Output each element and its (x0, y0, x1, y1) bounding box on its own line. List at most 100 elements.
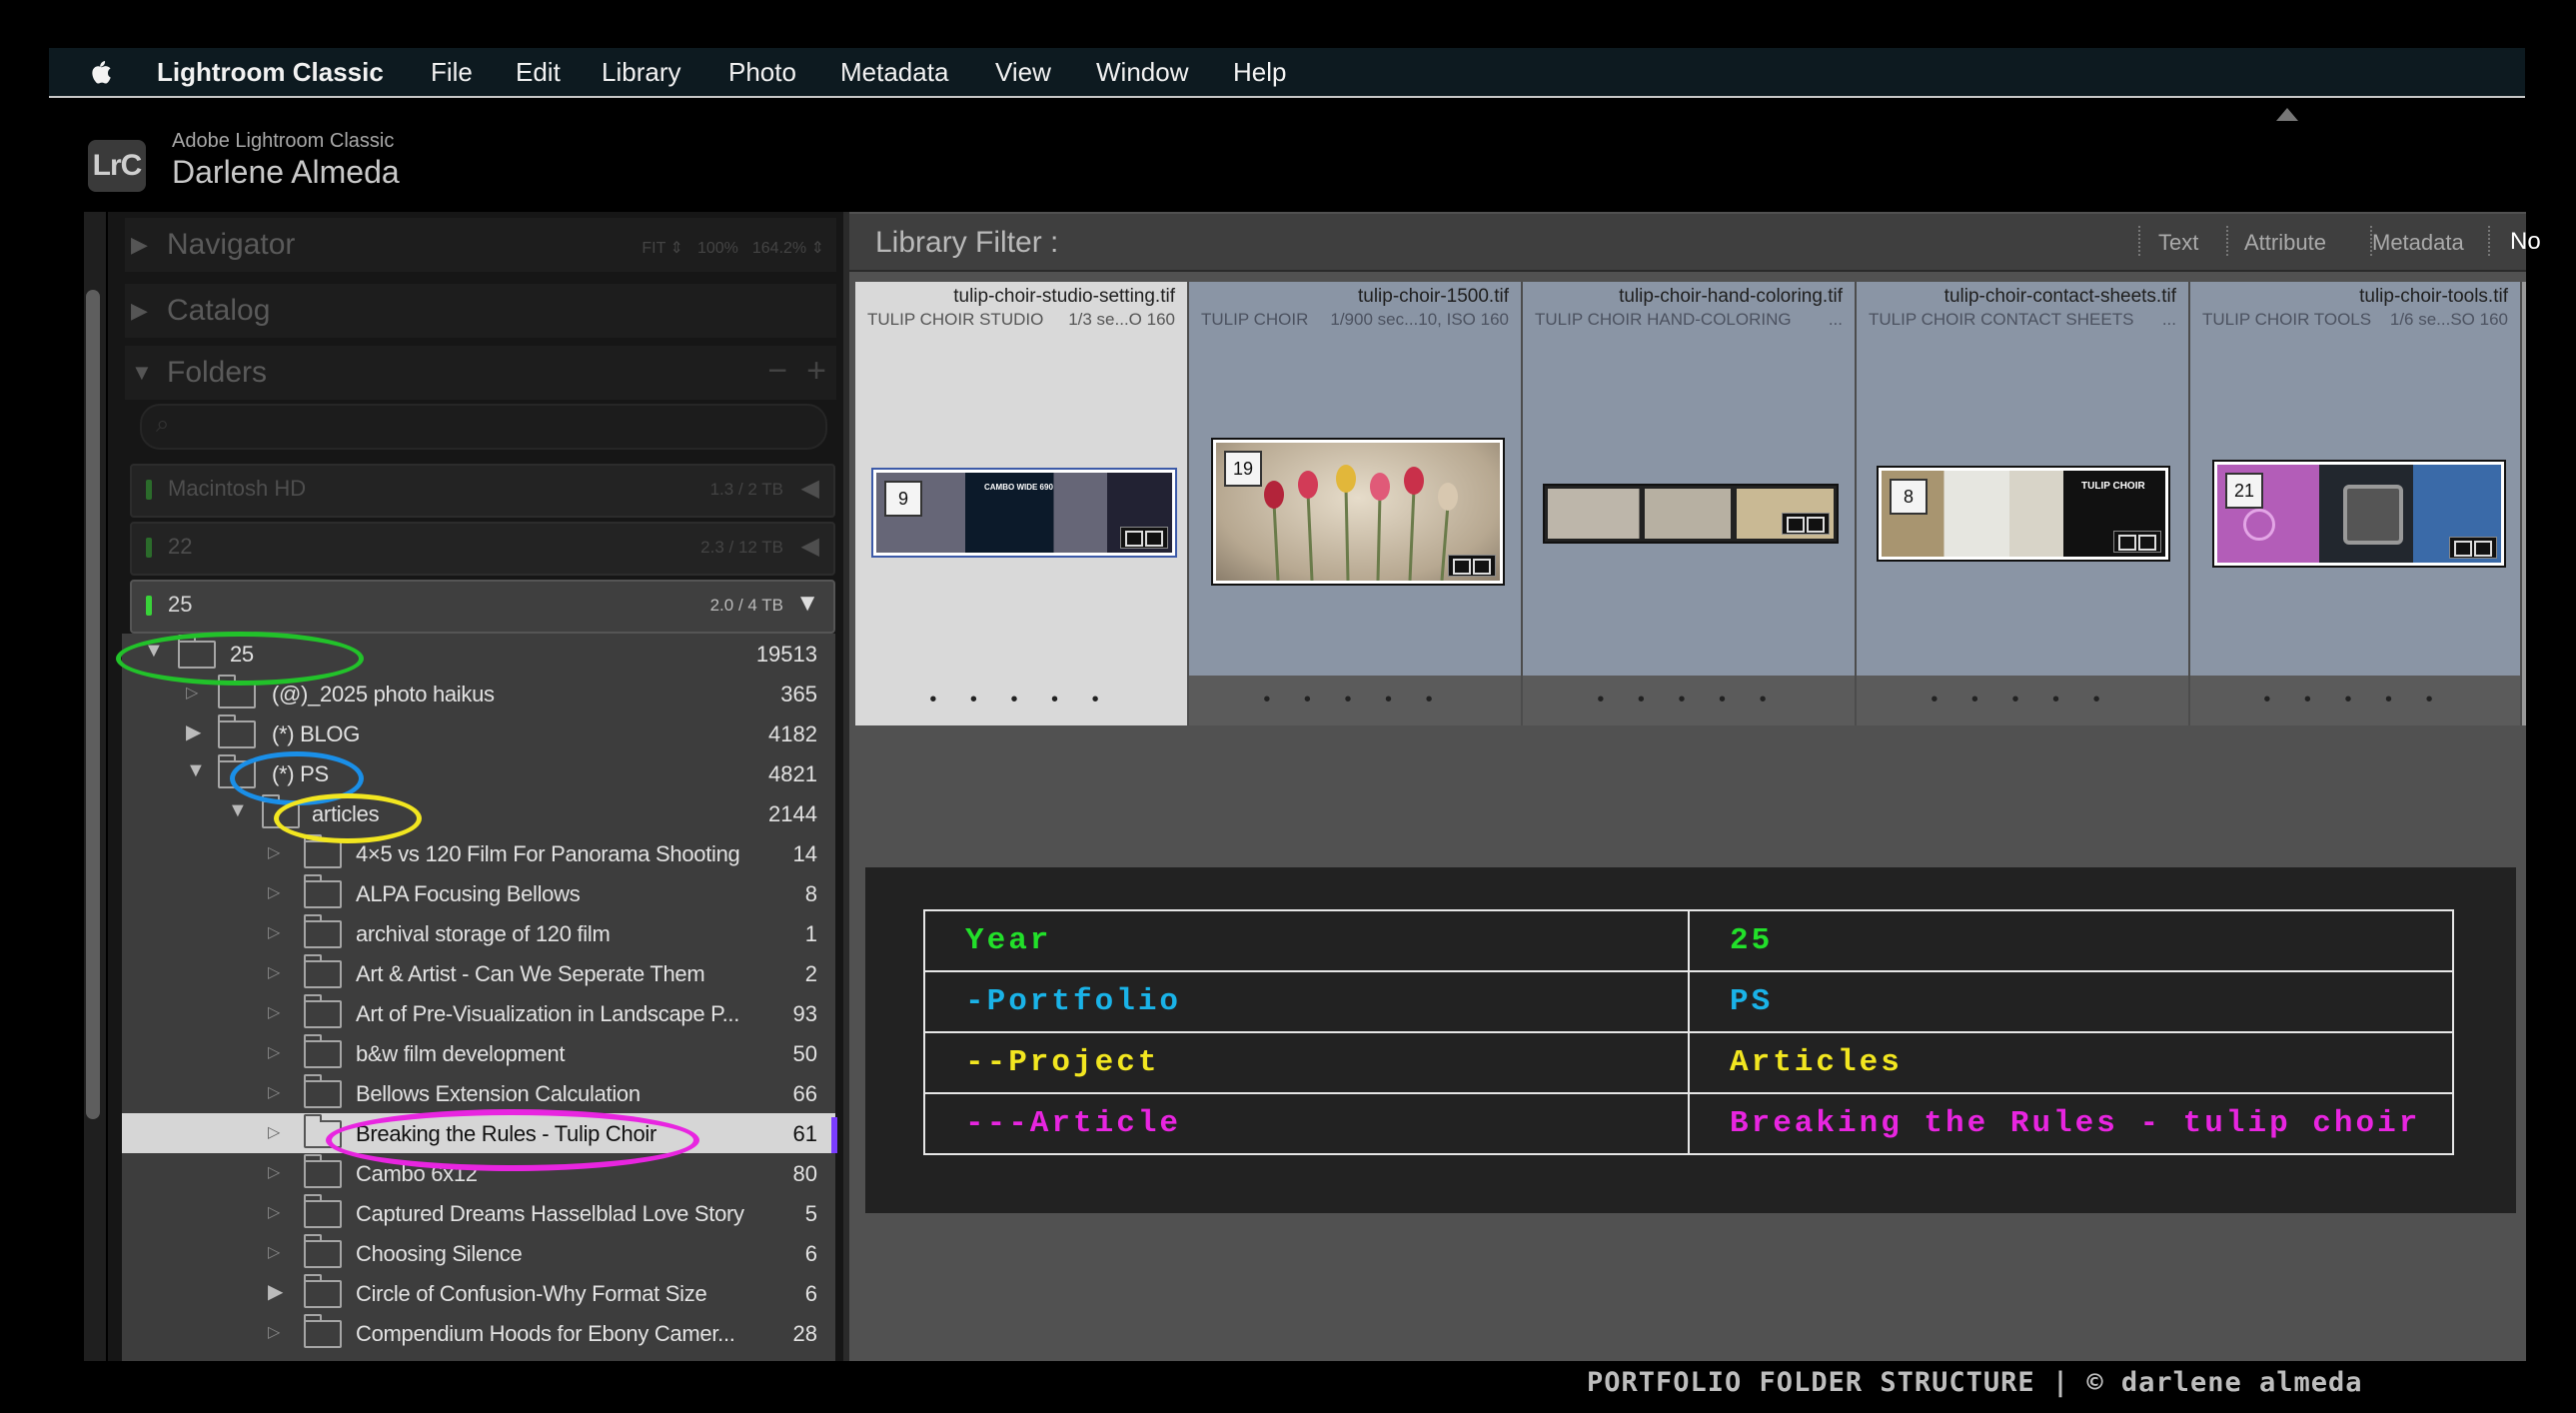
panel-toggle-up-icon[interactable] (2276, 108, 2298, 121)
folder-label: Bellows Extension Calculation (356, 1081, 641, 1106)
navigator-panel-header[interactable]: ▶ Navigator FIT ⇕ 100% 164.2% ⇕ (125, 218, 836, 272)
cell-footer: • • • • • (1523, 676, 1855, 725)
stack-count-badge: 9 (884, 481, 922, 517)
menu-library[interactable]: Library (602, 48, 680, 96)
folder-row-ps[interactable]: ▼ (*) PS 4821 (122, 753, 835, 793)
grid-cell[interactable]: tulip-choir-tools.tif TULIP CHOIR TOOLS … (2190, 282, 2522, 725)
zoom-fit[interactable]: FIT ⇕ (642, 240, 683, 257)
menu-view[interactable]: View (995, 48, 1051, 96)
photo-thumbnail[interactable]: 9 CAMBO WIDE 690 (871, 468, 1177, 558)
photo-thumbnail[interactable]: 21 (2212, 460, 2506, 568)
thumbnail-caption: TULIP CHOIR (2081, 481, 2145, 492)
disclosure-empty-icon: ▷ (186, 685, 199, 702)
grid-cell[interactable]: tulip-choir-1500.tif TULIP CHOIR 1/900 s… (1189, 282, 1523, 725)
photo-thumbnail[interactable]: 8 TULIP CHOIR (1877, 466, 2170, 562)
highlight-oval-project (274, 793, 422, 843)
menu-file[interactable]: File (431, 48, 473, 96)
volume-size: 1.3 / 2 TB (709, 480, 783, 499)
disclosure-open-icon[interactable]: ▼ (186, 759, 206, 782)
folder-row-articles[interactable]: ▼ articles 2144 (122, 793, 835, 833)
folder-row-article[interactable]: ▷ ALPA Focusing Bellows 8 (122, 873, 835, 913)
disclosure-closed-icon[interactable]: ▶ (186, 719, 201, 744)
stack-count-badge: 21 (2225, 473, 2263, 509)
folder-row-article[interactable]: ▷ Bellows Extension Calculation 66 (122, 1073, 835, 1113)
structure-value: Articles (1688, 1031, 2454, 1094)
folder-icon (304, 1234, 342, 1268)
disclosure-open-icon[interactable]: ▼ (228, 799, 248, 822)
thumbnail-caption: CAMBO WIDE 690 (984, 483, 1053, 492)
folder-icon (304, 1194, 342, 1228)
remove-folder-button[interactable]: − (767, 352, 787, 390)
grid-cell[interactable]: tulip-choir-contact-sheets.tif TULIP CHO… (1857, 282, 2190, 725)
photo-thumbnail[interactable]: 19 (1211, 438, 1505, 586)
catalog-panel-header[interactable]: ▶ Catalog (125, 284, 836, 338)
cell-footer: • • • • • (1189, 676, 1521, 725)
folder-row-article[interactable]: ▷ Art & Artist - Can We Seperate Them 2 (122, 953, 835, 993)
structure-key: Year (923, 909, 1690, 972)
folder-row-article[interactable]: ▶ Circle of Confusion-Why Format Size 6 (122, 1273, 835, 1313)
menu-edit[interactable]: Edit (516, 48, 561, 96)
photo-thumbnail[interactable] (1543, 484, 1839, 544)
filter-none[interactable]: No (2510, 228, 2541, 256)
filter-separator (2226, 226, 2228, 256)
cell-footer: • • • • • (2190, 676, 2520, 725)
rating-dots[interactable]: • • • • • (1857, 689, 2188, 711)
rating-dots[interactable]: • • • • • (2190, 689, 2520, 711)
volume-size: 2.0 / 4 TB (709, 596, 783, 615)
cell-title: TULIP CHOIR TOOLS (2202, 310, 2372, 329)
rating-dots[interactable]: • • • • • (1189, 689, 1521, 711)
expand-down-icon: ▼ (795, 590, 819, 617)
cell-filename: tulip-choir-1500.tif (1357, 286, 1509, 307)
folders-panel-header[interactable]: ▼ Folders − + (125, 346, 836, 400)
menu-help[interactable]: Help (1233, 48, 1286, 96)
filter-separator (2488, 226, 2490, 256)
menu-metadata[interactable]: Metadata (840, 48, 948, 96)
folder-row-article[interactable]: ▷ Captured Dreams Hasselblad Love Story … (122, 1193, 835, 1233)
folder-row-article[interactable]: ▷ Compendium Hoods for Ebony Camer... 28 (122, 1313, 835, 1353)
zoom-custom[interactable]: 164.2% ⇕ (752, 240, 824, 257)
menu-photo[interactable]: Photo (728, 48, 796, 96)
grid-cell[interactable]: tulip-choir-studio-setting.tif TULIP CHO… (855, 282, 1189, 725)
rating-dots[interactable]: • • • • • (1523, 689, 1855, 711)
rating-dots[interactable]: • • • • • (855, 689, 1187, 711)
folder-structure-table: Year 25 -Portfolio PS --Project Articles… (923, 909, 2454, 1155)
folder-label: Captured Dreams Hasselblad Love Story (356, 1201, 744, 1226)
zoom-100[interactable]: 100% (697, 240, 738, 257)
volume-25[interactable]: 25 2.0 / 4 TB ▼ (130, 580, 835, 634)
filter-text[interactable]: Text (2158, 230, 2198, 256)
volume-name: Macintosh HD (168, 476, 307, 501)
folder-row-article[interactable]: ▷ Art of Pre-Visualization in Landscape … (122, 993, 835, 1033)
folder-row-blog[interactable]: ▶ (*) BLOG 4182 (122, 713, 835, 753)
folder-icon (304, 834, 342, 868)
folder-icon (304, 1074, 342, 1108)
folder-count: 4821 (768, 761, 817, 786)
disclosure-empty-icon: ▷ (268, 1164, 281, 1181)
grid-cell[interactable]: tulip-choir-hand-coloring.tif TULIP CHOI… (1523, 282, 1857, 725)
disclosure-empty-icon: ▷ (268, 1324, 281, 1341)
menu-window[interactable]: Window (1096, 48, 1188, 96)
add-folder-button[interactable]: + (806, 352, 826, 390)
folder-label: (@)_2025 photo haikus (272, 682, 495, 706)
folder-search-input[interactable]: ⌕ (140, 404, 827, 450)
app-name-menu[interactable]: Lightroom Classic (157, 48, 384, 96)
folder-count: 80 (792, 1161, 817, 1186)
folder-row-article[interactable]: ▷ 4×5 vs 120 Film For Panorama Shooting … (122, 833, 835, 873)
disclosure-empty-icon: ▷ (268, 1004, 281, 1021)
folder-row-article[interactable]: ▷ Choosing Silence 6 (122, 1233, 835, 1273)
navigator-zoom-options[interactable]: FIT ⇕ 100% 164.2% ⇕ (628, 238, 824, 258)
folder-row-article[interactable]: ▷ b&w film development 50 (122, 1033, 835, 1073)
folder-tree: ▼ 2 5 19513 ▷ (@)_2025 photo haikus 365 ▶… (122, 634, 835, 1361)
filter-metadata[interactable]: Metadata (2372, 230, 2464, 256)
apple-icon[interactable] (87, 48, 113, 96)
volume-macintosh-hd[interactable]: Macintosh HD 1.3 / 2 TB ◀ (130, 464, 835, 518)
volume-22[interactable]: 22 2.3 / 12 TB ◀ (130, 522, 835, 576)
folder-row-article[interactable]: ▷ archival storage of 120 film 1 (122, 913, 835, 953)
folders-add-remove[interactable]: − + (767, 352, 826, 391)
disclosure-empty-icon: ▷ (268, 924, 281, 941)
cell-filename: tulip-choir-studio-setting.tif (953, 286, 1175, 307)
left-panel-scroll-thumb[interactable] (86, 290, 100, 1119)
disclosure-closed-icon[interactable]: ▶ (268, 1279, 283, 1304)
filter-attribute[interactable]: Attribute (2244, 230, 2326, 256)
cell-filename: tulip-choir-tools.tif (2359, 286, 2508, 307)
edit-badge-icon (2113, 531, 2161, 553)
